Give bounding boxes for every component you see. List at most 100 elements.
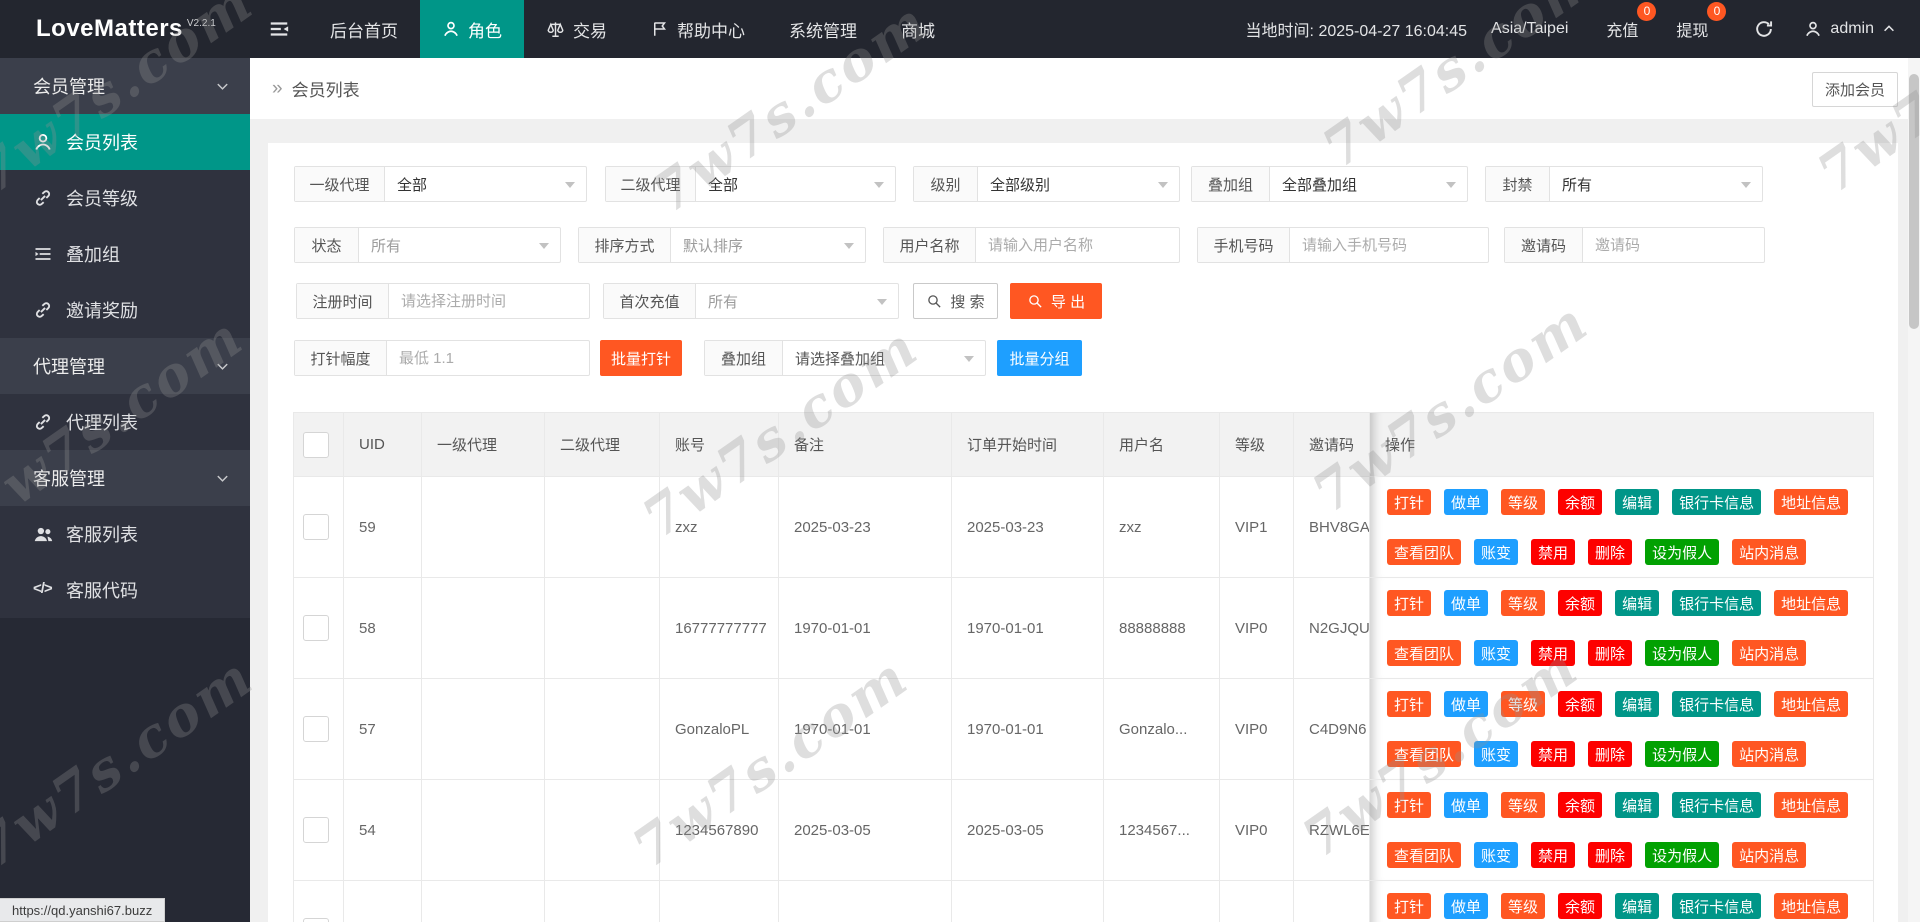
sidebar-item-support-code[interactable]: </> 客服代码 [0, 562, 250, 618]
edit-button[interactable]: 编辑 [1615, 893, 1660, 919]
username-input[interactable] [976, 228, 1179, 262]
refresh-button[interactable] [1754, 19, 1774, 39]
inject-button[interactable]: 打针 [1387, 590, 1432, 616]
bank-info-button[interactable]: 银行卡信息 [1672, 893, 1762, 919]
delete-button[interactable]: 删除 [1588, 640, 1633, 666]
sidebar-group-member-mgmt[interactable]: 会员管理 [0, 58, 250, 114]
invite-code-input[interactable] [1583, 228, 1764, 262]
sidebar-item-overlay-group[interactable]: 叠加组 [0, 226, 250, 282]
inject-button[interactable]: 打针 [1387, 489, 1432, 515]
admin-menu[interactable]: admin [1794, 20, 1906, 38]
bank-info-button[interactable]: 银行卡信息 [1672, 590, 1762, 616]
recharge-button[interactable]: 充值 0 [1594, 2, 1657, 41]
sidebar-item-member-list[interactable]: 会员列表 [0, 114, 250, 170]
inject-button[interactable]: 打针 [1387, 792, 1432, 818]
inject-range-input[interactable] [387, 341, 589, 375]
view-team-button[interactable]: 查看团队 [1387, 842, 1462, 868]
row-checkbox[interactable] [303, 817, 329, 843]
inject-button[interactable]: 打针 [1387, 691, 1432, 717]
sidebar-group-agent-mgmt[interactable]: 代理管理 [0, 338, 250, 394]
level-button[interactable]: 等级 [1501, 691, 1546, 717]
sidebar-group-support-mgmt[interactable]: 客服管理 [0, 450, 250, 506]
set-fake-button[interactable]: 设为假人 [1645, 640, 1720, 666]
topnav-mall[interactable]: 商城 [879, 0, 957, 58]
topnav-roles[interactable]: 角色 [420, 0, 524, 58]
export-button[interactable]: 导 出 [1010, 283, 1102, 319]
sidebar-item-support-list[interactable]: 客服列表 [0, 506, 250, 562]
level-button[interactable]: 等级 [1501, 590, 1546, 616]
make-order-button[interactable]: 做单 [1444, 893, 1489, 919]
address-info-button[interactable]: 地址信息 [1774, 489, 1849, 515]
bank-info-button[interactable]: 银行卡信息 [1672, 691, 1762, 717]
address-info-button[interactable]: 地址信息 [1774, 893, 1849, 919]
agent2-select[interactable]: 全部 [696, 167, 895, 201]
bank-info-button[interactable]: 银行卡信息 [1672, 792, 1762, 818]
view-team-button[interactable]: 查看团队 [1387, 539, 1462, 565]
view-team-button[interactable]: 查看团队 [1387, 741, 1462, 767]
account-change-button[interactable]: 账变 [1474, 640, 1519, 666]
level-button[interactable]: 等级 [1501, 792, 1546, 818]
topnav-system[interactable]: 系统管理 [767, 0, 879, 58]
select-all-checkbox[interactable] [303, 431, 329, 458]
set-fake-button[interactable]: 设为假人 [1645, 842, 1720, 868]
address-info-button[interactable]: 地址信息 [1774, 691, 1849, 717]
inject-button[interactable]: 打针 [1387, 893, 1432, 919]
phone-input[interactable] [1290, 228, 1488, 262]
balance-button[interactable]: 余额 [1558, 893, 1603, 919]
site-message-button[interactable]: 站内消息 [1732, 741, 1807, 767]
disable-button[interactable]: 禁用 [1531, 842, 1576, 868]
sidebar-item-agent-list[interactable]: 代理列表 [0, 394, 250, 450]
address-info-button[interactable]: 地址信息 [1774, 590, 1849, 616]
topnav-dashboard[interactable]: 后台首页 [308, 0, 420, 58]
disable-button[interactable]: 禁用 [1531, 539, 1576, 565]
delete-button[interactable]: 删除 [1588, 539, 1633, 565]
account-change-button[interactable]: 账变 [1474, 741, 1519, 767]
level-button[interactable]: 等级 [1501, 893, 1546, 919]
row-checkbox[interactable] [303, 514, 329, 540]
make-order-button[interactable]: 做单 [1444, 489, 1489, 515]
sidebar-item-invite-reward[interactable]: 邀请奖励 [0, 282, 250, 338]
delete-button[interactable]: 删除 [1588, 741, 1633, 767]
set-fake-button[interactable]: 设为假人 [1645, 539, 1720, 565]
withdraw-button[interactable]: 提现 0 [1664, 2, 1727, 41]
make-order-button[interactable]: 做单 [1444, 590, 1489, 616]
edit-button[interactable]: 编辑 [1615, 792, 1660, 818]
address-info-button[interactable]: 地址信息 [1774, 792, 1849, 818]
edit-button[interactable]: 编辑 [1615, 489, 1660, 515]
account-change-button[interactable]: 账变 [1474, 842, 1519, 868]
row-checkbox[interactable] [303, 716, 329, 742]
disable-button[interactable]: 禁用 [1531, 741, 1576, 767]
site-message-button[interactable]: 站内消息 [1732, 539, 1807, 565]
register-time-input[interactable] [389, 284, 589, 318]
delete-button[interactable]: 删除 [1588, 842, 1633, 868]
add-member-button[interactable]: 添加会员 [1812, 72, 1898, 107]
balance-button[interactable]: 余额 [1558, 792, 1603, 818]
batch-inject-button[interactable]: 批量打针 [600, 340, 682, 376]
batch-overlay-group-select[interactable]: 请选择叠加组 [783, 341, 985, 375]
batch-group-button[interactable]: 批量分组 [997, 340, 1082, 376]
ban-select[interactable]: 所有 [1550, 167, 1762, 201]
scrollbar-thumb[interactable] [1909, 74, 1919, 329]
topnav-help-center[interactable]: 帮助中心 [629, 0, 767, 58]
scrollbar-track[interactable] [1908, 58, 1920, 922]
site-message-button[interactable]: 站内消息 [1732, 640, 1807, 666]
edit-button[interactable]: 编辑 [1615, 691, 1660, 717]
first-recharge-select[interactable]: 所有 [696, 284, 898, 318]
disable-button[interactable]: 禁用 [1531, 640, 1576, 666]
agent1-select[interactable]: 全部 [385, 167, 586, 201]
make-order-button[interactable]: 做单 [1444, 792, 1489, 818]
sidebar-item-member-level[interactable]: 会员等级 [0, 170, 250, 226]
overlay-group-select[interactable]: 全部叠加组 [1270, 167, 1467, 201]
balance-button[interactable]: 余额 [1558, 691, 1603, 717]
topnav-trades[interactable]: 交易 [524, 0, 629, 58]
balance-button[interactable]: 余额 [1558, 590, 1603, 616]
balance-button[interactable]: 余额 [1558, 489, 1603, 515]
view-team-button[interactable]: 查看团队 [1387, 640, 1462, 666]
edit-button[interactable]: 编辑 [1615, 590, 1660, 616]
status-select[interactable]: 所有 [359, 228, 560, 262]
set-fake-button[interactable]: 设为假人 [1645, 741, 1720, 767]
search-button[interactable]: 搜 索 [913, 283, 998, 319]
make-order-button[interactable]: 做单 [1444, 691, 1489, 717]
sidebar-toggle-button[interactable] [250, 0, 308, 58]
bank-info-button[interactable]: 银行卡信息 [1672, 489, 1762, 515]
